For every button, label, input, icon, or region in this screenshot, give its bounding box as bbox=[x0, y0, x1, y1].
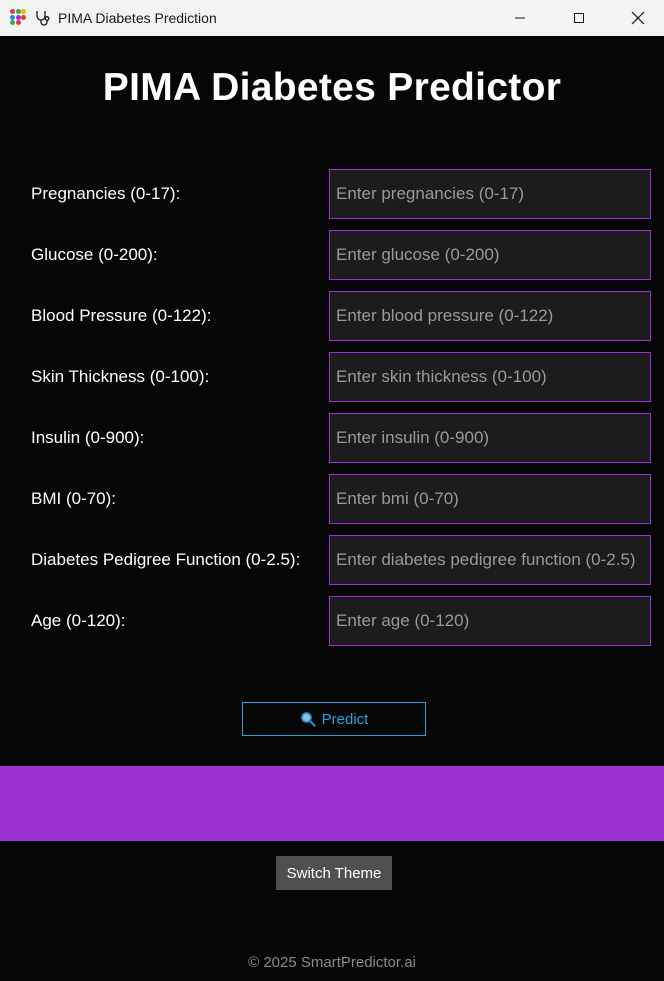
app-icon bbox=[10, 9, 26, 25]
field-row-bmi: BMI (0-70): bbox=[0, 474, 664, 524]
bmi-label: BMI (0-70): bbox=[31, 489, 117, 508]
maximize-button[interactable] bbox=[556, 0, 602, 36]
pregnancies-input[interactable] bbox=[329, 169, 651, 219]
maximize-icon bbox=[574, 13, 584, 23]
blood-pressure-label: Blood Pressure (0-122): bbox=[31, 306, 212, 325]
close-button[interactable] bbox=[615, 0, 661, 36]
predict-button-label: Predict bbox=[321, 710, 369, 728]
main-content: PIMA Diabetes Predictor Pregnancies (0-1… bbox=[0, 36, 664, 981]
age-label: Age (0-120): bbox=[31, 611, 126, 630]
predict-button[interactable]: Predict bbox=[242, 702, 426, 736]
minimize-button[interactable] bbox=[497, 0, 543, 36]
close-icon bbox=[631, 11, 645, 25]
field-row-blood-pressure: Blood Pressure (0-122): bbox=[0, 291, 664, 341]
field-row-insulin: Insulin (0-900): bbox=[0, 413, 664, 463]
field-row-skin-thickness: Skin Thickness (0-100): bbox=[0, 352, 664, 402]
skin-thickness-label: Skin Thickness (0-100): bbox=[31, 367, 210, 386]
field-row-glucose: Glucose (0-200): bbox=[0, 230, 664, 280]
window-titlebar: PIMA Diabetes Prediction bbox=[0, 0, 664, 36]
field-row-age: Age (0-120): bbox=[0, 596, 664, 646]
glucose-label: Glucose (0-200): bbox=[31, 245, 158, 264]
switch-theme-button[interactable]: Switch Theme bbox=[276, 856, 392, 890]
footer-copyright: © 2025 SmartPredictor.ai bbox=[248, 954, 416, 971]
stethoscope-icon bbox=[36, 11, 50, 26]
glucose-input[interactable] bbox=[329, 230, 651, 280]
diabetes-pedigree-input[interactable] bbox=[329, 535, 651, 585]
blood-pressure-input[interactable] bbox=[329, 291, 651, 341]
magnifier-icon bbox=[300, 712, 316, 727]
window-title: PIMA Diabetes Prediction bbox=[58, 10, 217, 26]
minimize-icon bbox=[515, 17, 525, 19]
diabetes-pedigree-label: Diabetes Pedigree Function (0-2.5): bbox=[31, 550, 301, 569]
pregnancies-label: Pregnancies (0-17): bbox=[31, 184, 181, 203]
age-input[interactable] bbox=[329, 596, 651, 646]
result-banner bbox=[0, 766, 664, 841]
insulin-label: Insulin (0-900): bbox=[31, 428, 145, 447]
page-title: PIMA Diabetes Predictor bbox=[102, 66, 562, 109]
field-row-pregnancies: Pregnancies (0-17): bbox=[0, 169, 664, 219]
skin-thickness-input[interactable] bbox=[329, 352, 651, 402]
bmi-input[interactable] bbox=[329, 474, 651, 524]
insulin-input[interactable] bbox=[329, 413, 651, 463]
field-row-diabetes-pedigree: Diabetes Pedigree Function (0-2.5): bbox=[0, 535, 664, 585]
